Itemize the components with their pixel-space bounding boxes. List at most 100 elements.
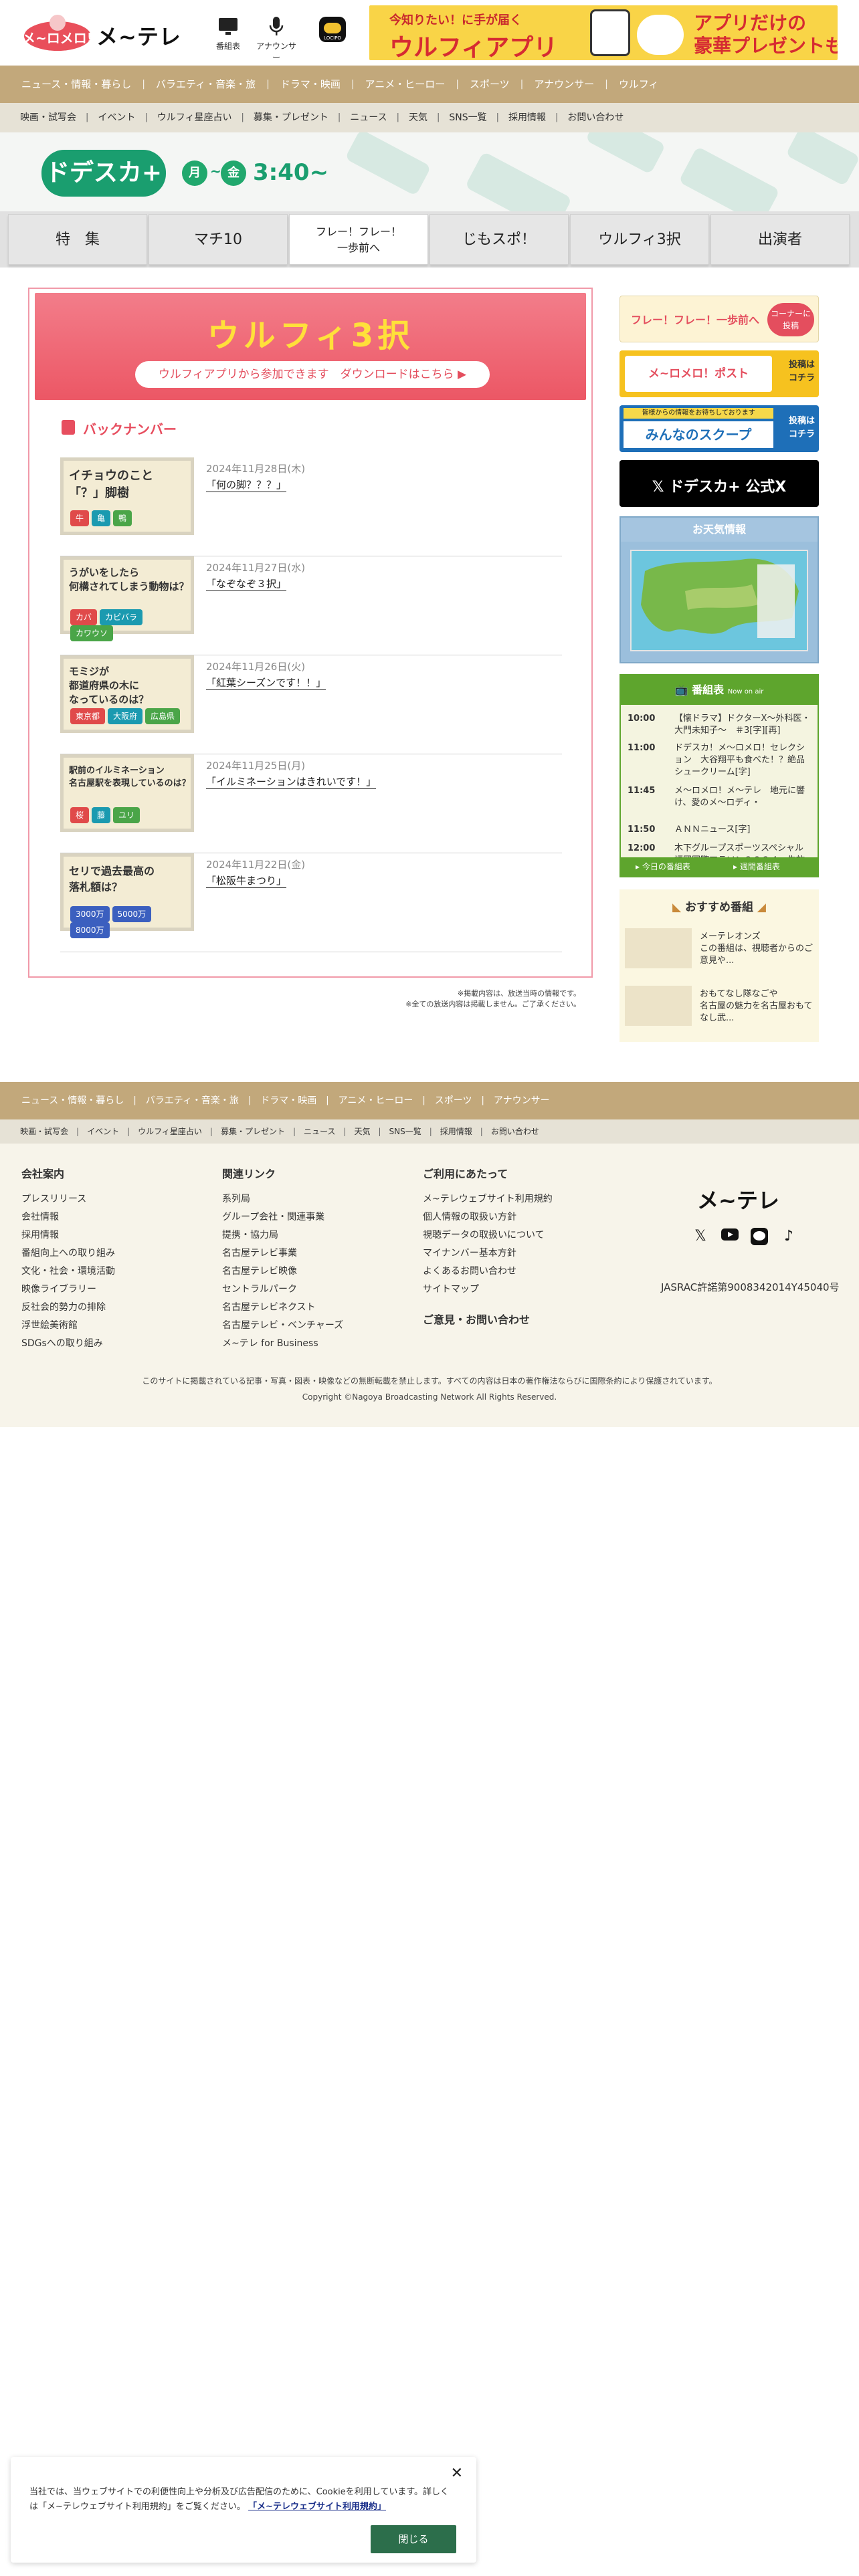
subnav-contact[interactable]: お問い合わせ	[558, 103, 633, 132]
footer-subnav-movie[interactable]: 映画・試写会	[12, 1119, 76, 1144]
youtube-icon[interactable]	[721, 1228, 739, 1245]
subnav-sns[interactable]: SNS一覧	[440, 103, 496, 132]
backnumber-item[interactable]: セリで過去最高の 落札額は？ 3000万 5000万8000万 2024年11月2…	[60, 853, 562, 952]
tv-guide-link[interactable]: 番組表	[205, 16, 252, 51]
footer-link[interactable]: セントラルパーク	[222, 1281, 396, 1299]
cookie-close-button[interactable]: 閉じる	[371, 2525, 456, 2553]
footer-link[interactable]: 名古屋テレビ・ベンチャーズ	[222, 1317, 396, 1335]
ippo-post-button[interactable]: コーナーに 投稿	[767, 303, 814, 336]
today-schedule-link[interactable]: ▸ 今日の番組表	[636, 857, 690, 876]
nav-wolfy[interactable]: ウルフィ	[608, 66, 670, 103]
backnumber-item[interactable]: 駅前のイルミネーション 名古屋駅を表現しているのは？ 桜藤ユリ 2024年11月…	[60, 754, 562, 853]
footer-link[interactable]: 系列局	[222, 1190, 396, 1208]
terms-link[interactable]: 「メ~テレウェブサイト利用規約」	[248, 2502, 386, 2512]
subnav-recruit[interactable]: 採用情報	[499, 103, 555, 132]
footer-link[interactable]: よくあるお問い合わせ	[423, 1263, 597, 1281]
official-x-banner[interactable]: 𝕏 ドデスカ+ 公式X	[619, 460, 819, 507]
announcer-link[interactable]: アナウンサー	[253, 16, 300, 63]
footer-link[interactable]: 採用情報	[21, 1226, 195, 1245]
subnav-movie[interactable]: 映画・試写会	[11, 103, 86, 132]
footer-subnav-present[interactable]: 募集・プレゼント	[213, 1119, 293, 1144]
footer-subnav-event[interactable]: イベント	[79, 1119, 127, 1144]
minna-scoop-banner[interactable]: 皆様からの情報をお待ちしております みんなのスクープ 投稿は コチラ	[619, 405, 819, 452]
close-icon[interactable]: ✕	[451, 2465, 463, 2482]
footer-link[interactable]: マイナンバー基本方針	[423, 1245, 597, 1263]
backnumber-item[interactable]: うがいをしたら 何構されてしまう動物は？ カバ カピバラカワウソ 2024年11月…	[60, 556, 562, 655]
wolfy3-download-button[interactable]: ウルフィアプリから参加できます ダウンロードはこちら ▶	[135, 361, 490, 388]
footer-nav-variety[interactable]: バラエティ・音楽・旅	[136, 1082, 248, 1119]
item-title-link[interactable]: 「何の脚？？？」	[206, 477, 287, 492]
backnumber-item[interactable]: イチョウのこと 「？」脚樹 牛亀鴨 2024年11月28日(木) 「何の脚？？？…	[60, 457, 562, 556]
footer-subnav-news[interactable]: ニュース	[296, 1119, 343, 1144]
wolfy3-banner[interactable]: ウルフィ3択 ウルフィアプリから参加できます ダウンロードはこちら ▶	[35, 293, 586, 400]
footer-nav-sports[interactable]: スポーツ	[425, 1082, 482, 1119]
nav-sports[interactable]: スポーツ	[459, 66, 520, 103]
mero-post-banner[interactable]: メ~ロメロ！ポスト 投稿は コチラ	[619, 350, 819, 397]
footer-subnav-sns[interactable]: SNS一覧	[381, 1119, 430, 1144]
item-title-link[interactable]: 「イルミネーションはきれいです！」	[206, 774, 377, 789]
footer-nav-drama[interactable]: ドラマ・映画	[251, 1082, 326, 1119]
scoop-post-button[interactable]: 投稿は コチラ	[789, 415, 815, 441]
footer-nav-anime[interactable]: アニメ・ヒーロー	[329, 1082, 423, 1119]
footer-subnav-weather[interactable]: 天気	[346, 1119, 378, 1144]
program-row[interactable]: 11:45 メ～ロメロ！メ～テレ 地元に響け、愛のメ～ロディ・	[628, 785, 814, 809]
footer-link[interactable]: 反社会的勢力の排除	[21, 1299, 195, 1317]
subnav-news[interactable]: ニュース	[341, 103, 396, 132]
tab-ippo[interactable]: フレー！フレー！ 一歩前へ	[289, 214, 428, 265]
weather-box[interactable]: お天気情報	[619, 516, 819, 663]
nav-drama[interactable]: ドラマ・映画	[270, 66, 351, 103]
line-icon[interactable]	[751, 1228, 768, 1245]
footer-link[interactable]: 名古屋テレビ事業	[222, 1245, 396, 1263]
footer-link[interactable]: 視聴データの取扱いについて	[423, 1226, 597, 1245]
footer-subnav-horoscope[interactable]: ウルフィ星座占い	[130, 1119, 210, 1144]
footer-link[interactable]: 文化・社会・環境活動	[21, 1263, 195, 1281]
footer-nav-announcer[interactable]: アナウンサー	[484, 1082, 559, 1119]
subnav-present[interactable]: 募集・プレゼント	[244, 103, 338, 132]
footer-link[interactable]: メ~テレ for Business	[222, 1335, 396, 1353]
subnav-horoscope[interactable]: ウルフィ星座占い	[148, 103, 242, 132]
nav-news[interactable]: ニュース・情報・暮らし	[11, 66, 142, 103]
weekly-schedule-link[interactable]: ▸ 週間番組表	[733, 857, 780, 876]
program-row[interactable]: 10:00 【懐ドラマ】ドクターX～外科医・大門未知子～ ＃3[字][再]	[628, 713, 814, 737]
footer-link[interactable]: サイトマップ	[423, 1281, 597, 1299]
tab-feature[interactable]: 特 集	[8, 214, 147, 265]
program-row[interactable]: 11:50 ＡＮＮニュース[字]	[628, 824, 814, 836]
program-row[interactable]: 12:00 木下グループスポーツスペシャル 福岡国際マラソン２０２４ 生放送中	[628, 843, 814, 859]
footer-subnav-recruit[interactable]: 採用情報	[432, 1119, 480, 1144]
item-title-link[interactable]: 「紅葉シーズンです！！」	[206, 675, 326, 690]
tab-wolfy3[interactable]: ウルフィ3択	[570, 214, 709, 265]
footer-link[interactable]: 名古屋テレビネクスト	[222, 1299, 396, 1317]
ippo-banner[interactable]: フレー！フレー！一歩前へ コーナーに 投稿	[619, 296, 819, 342]
nav-variety[interactable]: バラエティ・音楽・旅	[145, 66, 266, 103]
footer-link[interactable]: 会社情報	[21, 1208, 195, 1226]
footer-logo[interactable]: メ~テレ	[697, 1184, 779, 1214]
recommended-item[interactable]: おもてなし隊なごや 名古屋の魅力を名古屋おもてなし武...	[625, 986, 815, 1031]
footer-link[interactable]: メ~テレウェブサイト利用規約	[423, 1190, 597, 1208]
footer-link[interactable]: 名古屋テレビ映像	[222, 1263, 396, 1281]
tab-jimospo[interactable]: じもスポ！	[430, 214, 569, 265]
subnav-weather[interactable]: 天気	[399, 103, 437, 132]
mero-post-button[interactable]: 投稿は コチラ	[789, 358, 815, 385]
locipo-link[interactable]: LOCIPO	[309, 16, 356, 42]
dodesuka-logo[interactable]: ドデスカ+	[41, 150, 166, 197]
x-icon[interactable]: 𝕏	[692, 1228, 709, 1245]
footer-link[interactable]: SDGsへの取り組み	[21, 1335, 195, 1353]
nav-announcer[interactable]: アナウンサー	[523, 66, 605, 103]
mero-logo[interactable]: メ~ロメロ!	[21, 13, 94, 53]
nav-anime[interactable]: アニメ・ヒーロー	[355, 66, 456, 103]
tab-cast[interactable]: 出演者	[710, 214, 850, 265]
tab-machi10[interactable]: マチ10	[149, 214, 288, 265]
program-row[interactable]: 11:00 ドデスカ！メ～ロメロ！セレクション 大谷翔平も食べた！？絶品シュークリ…	[628, 742, 814, 778]
nagoya-tv-logo[interactable]: メ~テレ	[96, 20, 181, 51]
footer-subnav-contact[interactable]: お問い合わせ	[483, 1119, 547, 1144]
footer-link[interactable]: グループ会社・関連事業	[222, 1208, 396, 1226]
tiktok-icon[interactable]: ♪	[780, 1228, 797, 1245]
footer-link[interactable]: 提携・協力局	[222, 1226, 396, 1245]
subnav-event[interactable]: イベント	[88, 103, 145, 132]
item-title-link[interactable]: 「なぞなぞ３択」	[206, 576, 287, 591]
footer-link[interactable]: プレスリリース	[21, 1190, 195, 1208]
footer-link[interactable]: 浮世絵美術館	[21, 1317, 195, 1335]
footer-link[interactable]: 個人情報の取扱い方針	[423, 1208, 597, 1226]
footer-nav-news[interactable]: ニュース・情報・暮らし	[12, 1082, 133, 1119]
item-title-link[interactable]: 「松阪牛まつり」	[206, 873, 287, 888]
